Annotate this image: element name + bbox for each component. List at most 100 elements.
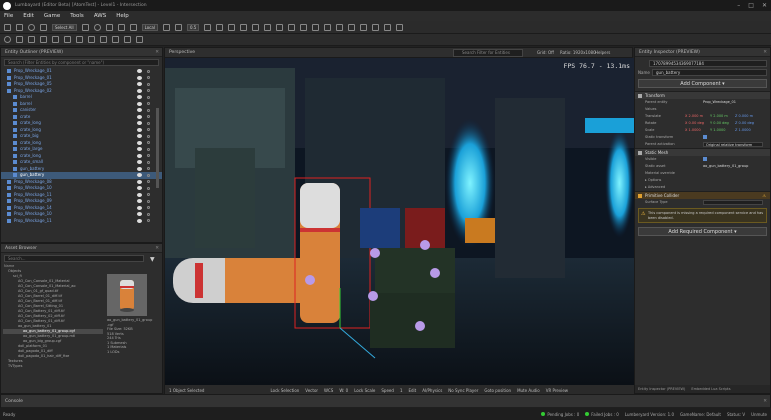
lock-icon[interactable] [147, 147, 150, 151]
panel-close-icon[interactable]: ✕ [763, 48, 767, 57]
animation-icon[interactable] [372, 23, 380, 31]
visibility-eye-icon[interactable] [137, 153, 142, 158]
lock-icon[interactable] [147, 128, 150, 131]
visibility-eye-icon[interactable] [137, 218, 142, 223]
visibility-eye-icon[interactable] [137, 179, 142, 184]
scale-icon[interactable] [105, 23, 113, 31]
asset-search-input[interactable]: Search... [4, 255, 144, 262]
lock-icon[interactable] [147, 193, 150, 196]
lock-icon[interactable] [147, 89, 150, 92]
visibility-eye-icon[interactable] [137, 192, 142, 197]
visibility-eye-icon[interactable] [137, 82, 142, 86]
lua-icon[interactable] [300, 23, 308, 31]
light-icon[interactable] [112, 36, 119, 43]
add-required-component-button[interactable]: Add Required Component ▾ [638, 227, 767, 236]
edit-button[interactable]: Edit [408, 388, 416, 393]
visibility-eye-icon[interactable] [137, 127, 142, 132]
lock-icon[interactable] [147, 108, 150, 112]
ruler-icon[interactable] [204, 23, 212, 31]
ai-physics-button[interactable]: AI/Physics [422, 388, 442, 393]
viewport-search-input[interactable]: Search Filter for Entities [453, 49, 523, 57]
angle-snap-icon[interactable] [174, 23, 182, 31]
cloud-icon[interactable] [384, 23, 392, 31]
outliner-row[interactable]: Prop_Wreckage_11 [1, 218, 162, 225]
brush-icon[interactable] [76, 36, 83, 43]
rotate-icon[interactable] [93, 23, 101, 31]
visibility-eye-icon[interactable] [137, 199, 142, 203]
ai-icon[interactable] [88, 36, 95, 43]
visible-checkbox[interactable] [703, 157, 707, 161]
lock-icon[interactable] [147, 121, 150, 125]
material-icon[interactable] [288, 23, 296, 31]
link-icon[interactable] [28, 23, 35, 31]
goto-position-button[interactable]: Goto position [484, 388, 511, 393]
trackview-icon[interactable] [264, 23, 272, 31]
translate-z-field[interactable]: Z 0.000 m [735, 114, 753, 119]
settings-icon[interactable] [396, 23, 404, 31]
lock-icon[interactable] [147, 173, 150, 177]
lock-scale-button[interactable]: Lock Scale [354, 388, 375, 393]
layer-paint-icon[interactable] [52, 36, 59, 43]
visibility-eye-icon[interactable] [137, 114, 142, 119]
camera-icon[interactable] [216, 23, 224, 31]
database-icon[interactable] [348, 23, 356, 31]
close-icon[interactable]: ✕ [762, 2, 767, 9]
translate-y-field[interactable]: Y 2.000 m [710, 114, 728, 119]
minimize-icon[interactable]: – [737, 2, 740, 9]
snap-terrain-icon[interactable] [117, 23, 125, 31]
visibility-eye-icon[interactable] [137, 212, 142, 216]
lock-icon[interactable] [147, 154, 150, 157]
terrain-tool-icon[interactable] [28, 36, 35, 43]
audio-icon[interactable] [276, 23, 284, 31]
scale-y-field[interactable]: Y 1.0000 [710, 128, 726, 133]
lock-icon[interactable] [147, 206, 150, 209]
vertex-snap-icon[interactable] [228, 23, 236, 31]
menu-edit[interactable]: Edit [23, 13, 34, 19]
undo-icon[interactable] [4, 23, 11, 31]
filter-icon[interactable]: ▼ [150, 256, 155, 263]
primitive-collider-component-header[interactable]: Primitive Collider ⚠ [635, 191, 770, 199]
menu-aws[interactable]: AWS [94, 13, 106, 19]
lock-selection-button[interactable]: Lock Selection [270, 388, 299, 393]
add-component-button[interactable]: Add Component ▾ [638, 79, 767, 88]
select-mode-dropdown[interactable]: Select All [52, 23, 77, 31]
physics-icon[interactable] [16, 36, 23, 43]
lock-icon[interactable] [147, 134, 150, 138]
lock-icon[interactable] [147, 212, 150, 216]
misc-icon[interactable] [136, 36, 143, 43]
visibility-eye-icon[interactable] [137, 173, 142, 177]
unmute-button[interactable]: Unmute [751, 412, 767, 417]
menu-tools[interactable]: Tools [70, 13, 84, 19]
mute-audio-button[interactable]: Mute Audio [517, 388, 540, 393]
parent-activation-dropdown[interactable]: Original relative transform [703, 142, 763, 147]
visibility-eye-icon[interactable] [137, 121, 142, 125]
maximize-icon[interactable]: □ [748, 2, 754, 9]
ui-editor-icon[interactable] [312, 23, 320, 31]
visibility-eye-icon[interactable] [137, 134, 142, 138]
unlink-icon[interactable] [40, 23, 47, 31]
static-asset-field[interactable]: ao_gun_battery_01_group [703, 164, 748, 169]
lock-icon[interactable] [147, 115, 150, 118]
helpers-button[interactable]: Helpers [595, 48, 610, 58]
visibility-eye-icon[interactable] [137, 88, 142, 93]
particle-icon[interactable] [324, 23, 332, 31]
visibility-eye-icon[interactable] [137, 147, 142, 151]
grid-toggle-button[interactable]: Grid: Off [537, 48, 554, 58]
visibility-eye-icon[interactable] [137, 166, 142, 171]
asset-row[interactable]: TVTypes [3, 364, 103, 369]
lock-icon[interactable] [147, 167, 150, 170]
outliner-scrollbar[interactable] [156, 108, 159, 188]
speed-value[interactable]: 1 [400, 388, 403, 393]
console-icon[interactable] [360, 23, 368, 31]
transform-component-header[interactable]: Transform [635, 91, 770, 99]
parent-entity-field[interactable]: Prop_Wreckage_01 [703, 100, 736, 105]
entity-icon[interactable] [64, 36, 71, 43]
vegetation-icon[interactable] [40, 36, 47, 43]
menu-file[interactable]: File [4, 13, 13, 19]
visibility-eye-icon[interactable] [137, 140, 142, 145]
viewport-scene[interactable]: FPS 76.7 - 13.1ms [165, 58, 634, 385]
lock-icon[interactable] [147, 186, 150, 190]
snap-value-dropdown[interactable]: 0.5 [186, 23, 200, 31]
play-game-icon[interactable] [4, 36, 11, 43]
vr-preview-button[interactable]: VR Preview [546, 388, 568, 393]
